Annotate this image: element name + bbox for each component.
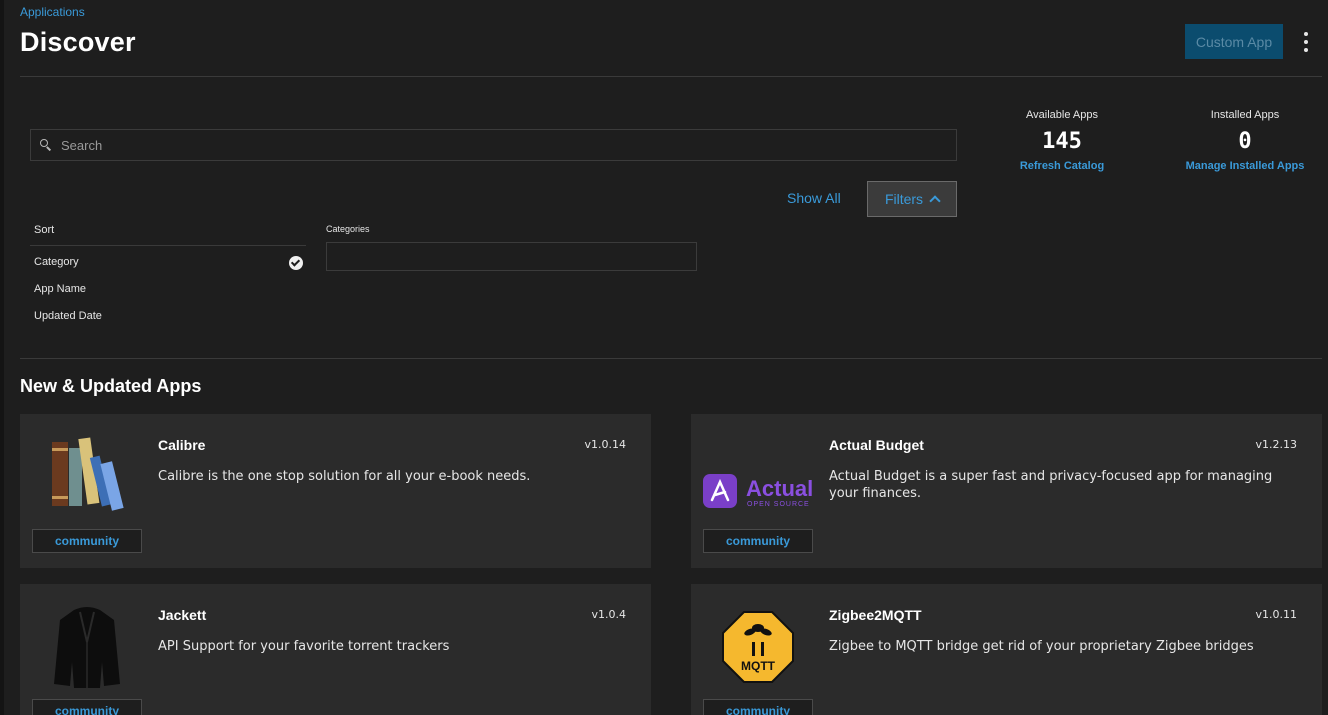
train-badge[interactable]: community (703, 529, 813, 553)
app-description: Actual Budget is a super fast and privac… (829, 469, 1273, 501)
sort-heading: Sort (34, 224, 55, 236)
discover-page: Applications Discover Custom App Availab… (0, 0, 1328, 715)
categories-select[interactable] (326, 242, 697, 271)
app-card-jackett[interactable]: Jackett v1.0.4 API Support for your favo… (20, 584, 651, 715)
app-card-actual-budget[interactable]: Actual OPEN SOURCE Actual Budget v1.2.13… (691, 414, 1322, 568)
search-input[interactable] (61, 137, 941, 153)
search-box[interactable] (30, 129, 957, 161)
mqtt-logo-text: MQTT (741, 659, 776, 673)
installed-apps-stat: Installed Apps 0 Manage Installed Apps (1172, 109, 1318, 172)
train-badge[interactable]: community (32, 529, 142, 553)
app-version: v1.0.11 (1255, 608, 1298, 621)
app-version: v1.2.13 (1255, 438, 1298, 451)
actual-logo-text: Actual (746, 476, 813, 501)
sort-option-updated-date[interactable]: Updated Date (34, 310, 102, 322)
refresh-catalog-link[interactable]: Refresh Catalog (1002, 160, 1122, 172)
available-apps-count: 145 (1042, 129, 1082, 154)
app-name: Jackett (158, 607, 207, 623)
app-card-calibre[interactable]: Calibre v1.0.14 Calibre is the one stop … (20, 414, 651, 568)
search-icon (39, 138, 53, 152)
chevron-up-icon (929, 195, 941, 207)
filters-button[interactable]: Filters (867, 181, 957, 217)
sort-option-category[interactable]: Category (34, 256, 79, 268)
train-badge[interactable]: community (703, 699, 813, 715)
actual-logo-subtext: OPEN SOURCE (747, 501, 810, 508)
installed-apps-label: Installed Apps (1210, 109, 1280, 121)
section-title: New & Updated Apps (20, 376, 202, 396)
custom-app-button[interactable]: Custom App (1185, 24, 1283, 59)
breadcrumb-applications[interactable]: Applications (20, 5, 85, 19)
available-apps-label: Available Apps (1026, 109, 1098, 121)
sort-divider (30, 245, 306, 246)
filters-label: Filters (884, 191, 924, 207)
actual-budget-logo-icon: Actual OPEN SOURCE (701, 432, 816, 522)
check-circle-icon (289, 256, 303, 270)
app-description: Calibre is the one stop solution for all… (158, 469, 531, 484)
calibre-logo-icon (42, 432, 132, 522)
show-all-link[interactable]: Show All (787, 190, 841, 206)
app-card-zigbee2mqtt[interactable]: MQTT Zigbee2MQTT v1.0.11 Zigbee to MQTT … (691, 584, 1322, 715)
header-divider (20, 76, 1322, 77)
manage-installed-apps-link[interactable]: Manage Installed Apps (1172, 160, 1318, 172)
app-description: Zigbee to MQTT bridge get rid of your pr… (829, 639, 1254, 654)
app-version: v1.0.14 (584, 438, 627, 451)
app-name: Zigbee2MQTT (829, 607, 922, 623)
app-name: Actual Budget (829, 437, 924, 453)
more-vert-icon[interactable] (1300, 32, 1312, 52)
zigbee2mqtt-logo-icon: MQTT (713, 602, 803, 692)
sort-option-app-name[interactable]: App Name (34, 283, 86, 295)
filters-divider (20, 358, 1322, 359)
categories-label: Categories (326, 224, 370, 234)
app-name: Calibre (158, 437, 206, 453)
train-badge[interactable]: community (32, 699, 142, 715)
installed-apps-count: 0 (1238, 129, 1252, 154)
available-apps-stat: Available Apps 145 Refresh Catalog (1002, 109, 1122, 172)
page-title: Discover (20, 27, 136, 57)
app-description: API Support for your favorite torrent tr… (158, 639, 450, 654)
app-version: v1.0.4 (591, 608, 627, 621)
jackett-logo-icon (42, 602, 132, 692)
